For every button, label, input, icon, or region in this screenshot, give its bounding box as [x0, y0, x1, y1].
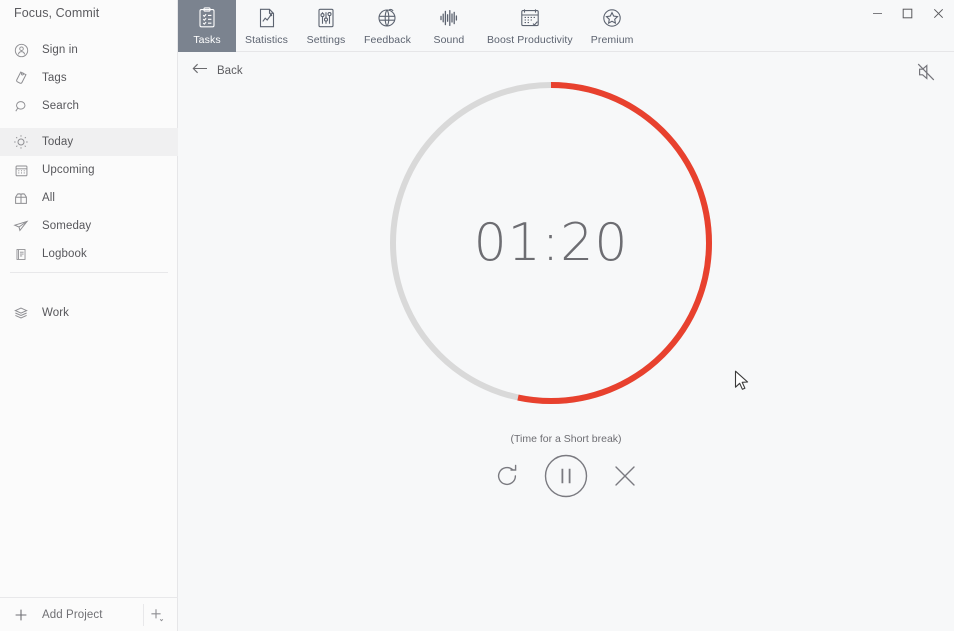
timer-caption: (Time for a Short break): [510, 433, 622, 445]
sidebar-item-label: Sign in: [42, 44, 78, 56]
back-button[interactable]: Back: [192, 62, 243, 80]
stack-icon: [11, 303, 31, 323]
maximize-button[interactable]: [892, 0, 922, 26]
sliders-icon: [314, 5, 338, 31]
clipboard-check-icon: [195, 5, 219, 31]
tab-label: Boost Productivity: [486, 34, 573, 46]
sidebar-divider: [10, 272, 168, 273]
restart-icon[interactable]: [490, 459, 524, 493]
tab-premium[interactable]: Premium: [582, 0, 643, 52]
add-project-label: Add Project: [42, 608, 103, 621]
sidebar-item-someday[interactable]: Someday: [0, 212, 178, 240]
top-toolbar: Tasks Statistics Settings Feedback Sound…: [178, 0, 954, 52]
close-icon[interactable]: [608, 459, 642, 493]
speaker-muted-icon[interactable]: [912, 58, 940, 86]
calendar-check-icon: [518, 5, 542, 31]
sidebar-item-logbook[interactable]: Logbook: [0, 240, 178, 268]
timer-controls: [178, 452, 954, 500]
sidebar-item-all[interactable]: All: [0, 184, 178, 212]
app-window: Focus, Commit Sign in Tags Search Today …: [0, 0, 954, 631]
main-content: Back 01:20 (Time for a Short break): [178, 52, 954, 631]
back-label: Back: [217, 65, 243, 77]
tab-label: Sound: [433, 34, 465, 46]
window-controls: [862, 0, 954, 26]
sidebar-item-label: All: [42, 192, 56, 204]
sidebar: Focus, Commit Sign in Tags Search Today …: [0, 0, 178, 631]
close-button[interactable]: [922, 0, 954, 26]
search-icon: [11, 96, 31, 116]
tab-tasks[interactable]: Tasks: [178, 0, 236, 52]
app-title: Focus, Commit: [14, 6, 100, 20]
sidebar-item-label: Someday: [42, 220, 92, 232]
tab-boost-productivity[interactable]: Boost Productivity: [478, 0, 582, 52]
sidebar-projects-group: Work: [0, 299, 178, 327]
sidebar-item-search[interactable]: Search: [0, 92, 178, 120]
tab-statistics[interactable]: Statistics: [236, 0, 297, 52]
tab-settings[interactable]: Settings: [297, 0, 355, 52]
star-badge-icon: [600, 5, 624, 31]
paper-plane-icon: [11, 216, 31, 236]
arrow-left-icon: [192, 62, 208, 80]
pause-circle-icon[interactable]: [542, 452, 590, 500]
chart-document-icon: [255, 5, 279, 31]
user-circle-icon: [11, 40, 31, 60]
sidebar-item-label: Work: [42, 307, 70, 319]
book-icon: [11, 244, 31, 264]
sun-icon: [11, 132, 31, 152]
sidebar-account-group: Sign in Tags Search: [0, 36, 178, 120]
plus-icon: [11, 605, 31, 625]
sidebar-item-label: Search: [42, 100, 80, 112]
sidebar-item-sign-in[interactable]: Sign in: [0, 36, 178, 64]
tag-icon: [11, 68, 31, 88]
tab-label: Statistics: [245, 34, 289, 46]
tab-label: Feedback: [364, 34, 411, 46]
tab-feedback[interactable]: Feedback: [355, 0, 420, 52]
tab-label: Premium: [590, 34, 634, 46]
calendar-icon: [11, 160, 31, 180]
sidebar-item-upcoming[interactable]: Upcoming: [0, 156, 178, 184]
plus-chevron-icon[interactable]: [144, 598, 170, 631]
globe-chat-icon: [375, 5, 399, 31]
timer-value: 01:20: [473, 213, 629, 273]
sidebar-item-today[interactable]: Today: [0, 128, 178, 156]
sidebar-item-label: Tags: [42, 72, 67, 84]
sidebar-item-label: Logbook: [42, 248, 87, 260]
tab-sound[interactable]: Sound: [420, 0, 478, 52]
waveform-icon: [437, 5, 461, 31]
tab-label: Settings: [306, 34, 346, 46]
sidebar-item-label: Today: [42, 136, 74, 148]
sidebar-item-tags[interactable]: Tags: [0, 64, 178, 92]
sidebar-item-work[interactable]: Work: [0, 299, 178, 327]
sidebar-primary-group: Today Upcoming All Someday Logbook: [0, 128, 178, 268]
sidebar-item-label: Upcoming: [42, 164, 95, 176]
sidebar-footer: Add Project: [0, 597, 178, 631]
tab-label: Tasks: [193, 34, 221, 46]
box-icon: [11, 188, 31, 208]
minimize-button[interactable]: [862, 0, 892, 26]
